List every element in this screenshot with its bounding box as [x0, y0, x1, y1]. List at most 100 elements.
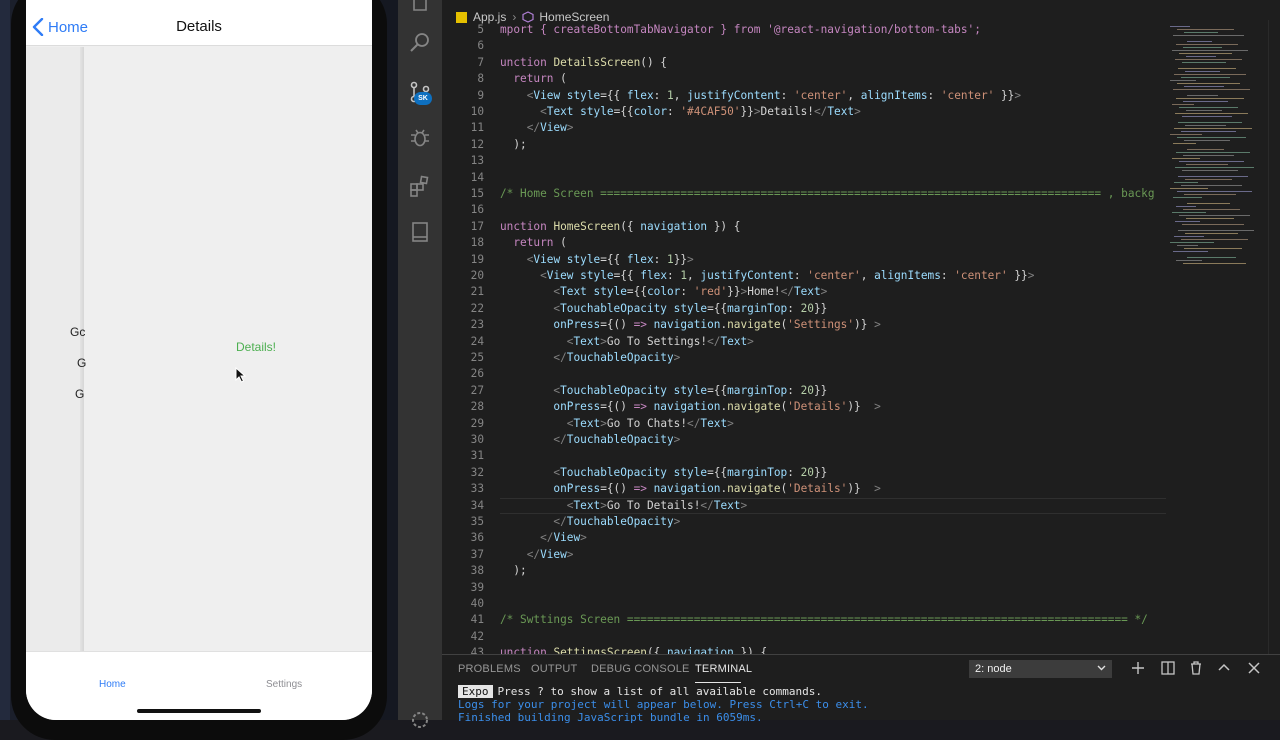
line-number: 29 — [470, 416, 484, 430]
code-line[interactable]: 33 onPress={() => navigation.navigate('D… — [442, 481, 1168, 497]
code-line[interactable]: 26 — [442, 366, 1168, 382]
minimap-line — [1183, 263, 1246, 264]
split-terminal-icon[interactable] — [1160, 660, 1176, 676]
code-line[interactable]: 17 unction HomeScreen({ navigation }) { — [442, 219, 1168, 235]
line-number: 17 — [470, 219, 484, 233]
debug-icon[interactable] — [408, 126, 432, 150]
code-line[interactable]: 16 — [442, 202, 1168, 218]
minimap-line — [1186, 56, 1216, 57]
line-number: 6 — [477, 39, 484, 53]
code-line[interactable]: 28 onPress={() => navigation.navigate('D… — [442, 399, 1168, 415]
code-line[interactable]: 25 </TouchableOpacity> — [442, 350, 1168, 366]
code-editor[interactable]: 5 mport { createBottomTabNavigator } from… — [442, 20, 1168, 654]
minimap-line — [1183, 209, 1240, 210]
code-line[interactable]: 36 </View> — [442, 530, 1168, 546]
editor-scrollbar[interactable] — [1268, 20, 1280, 654]
tab-output[interactable]: OUTPUT — [531, 663, 577, 675]
tab-debug-console[interactable]: DEBUG CONSOLE — [591, 663, 690, 675]
code-line[interactable]: 38 ); — [442, 563, 1168, 579]
code-text: <Text>Go To Settings!</Text> — [500, 334, 754, 348]
code-line[interactable]: 9 <View style={{ flex: 1, justifyContent… — [442, 88, 1168, 104]
code-text: mport { createBottomTabNavigator } from … — [500, 23, 981, 36]
chevron-up-icon[interactable] — [1216, 660, 1232, 676]
close-icon[interactable] — [1246, 660, 1262, 676]
settings-gear-icon[interactable] — [408, 708, 432, 732]
minimap-line — [1172, 212, 1206, 213]
files-icon[interactable] — [408, 0, 432, 16]
code-line[interactable]: 5 mport { createBottomTabNavigator } from… — [442, 22, 1168, 38]
extensions-icon[interactable] — [408, 174, 432, 198]
line-number: 42 — [470, 629, 484, 643]
code-line[interactable]: 31 — [442, 448, 1168, 464]
tab-terminal[interactable]: TERMINAL — [695, 663, 752, 675]
code-line[interactable]: 8 return ( — [442, 71, 1168, 87]
minimap-line — [1175, 59, 1242, 60]
minimap-line — [1185, 71, 1220, 72]
code-line[interactable]: 30 </TouchableOpacity> — [442, 432, 1168, 448]
code-line[interactable]: 11 </View> — [442, 120, 1168, 136]
minimap-line — [1176, 44, 1238, 45]
line-number: 40 — [470, 597, 484, 610]
line-number: 9 — [477, 88, 484, 102]
code-line[interactable]: 34 <Text>Go To Details!</Text> — [442, 498, 1168, 514]
tab-settings[interactable]: Settings — [266, 679, 302, 690]
code-line[interactable]: 6 — [442, 38, 1168, 54]
line-number: 32 — [470, 465, 484, 479]
book-icon[interactable] — [408, 220, 432, 244]
code-line[interactable]: 35 </TouchableOpacity> — [442, 514, 1168, 530]
tab-problems[interactable]: PROBLEMS — [458, 663, 521, 675]
minimap-line — [1181, 239, 1248, 240]
code-line[interactable]: 20 <View style={{ flex: 1, justifyConten… — [442, 268, 1168, 284]
code-line[interactable]: 18 return ( — [442, 235, 1168, 251]
code-line[interactable]: 15 /* Home Screen =======================… — [442, 186, 1168, 202]
line-number: 41 — [470, 613, 484, 627]
terminal-select[interactable]: 2: node — [969, 660, 1112, 678]
minimap[interactable] — [1168, 20, 1268, 270]
code-line[interactable]: 22 <TouchableOpacity style={{marginTop: … — [442, 301, 1168, 317]
code-line[interactable]: 29 <Text>Go To Chats!</Text> — [442, 416, 1168, 432]
terminal-line: Logs for your project will appear below.… — [458, 698, 869, 711]
line-number: 7 — [477, 55, 484, 69]
line-number: 24 — [470, 334, 484, 348]
code-line[interactable]: 10 <Text style={{color: '#4CAF50'}}>Deta… — [442, 104, 1168, 120]
terminal-output[interactable]: Expo Press ? to show a list of all availa… — [458, 685, 869, 724]
code-line[interactable]: 39 — [442, 580, 1168, 596]
tab-home[interactable]: Home — [99, 679, 126, 690]
desktop-edge — [0, 0, 10, 720]
code-line[interactable]: 37 </View> — [442, 547, 1168, 563]
minimap-line — [1179, 215, 1250, 216]
code-text: <Text style={{color: '#4CAF50'}}>Details… — [500, 105, 861, 118]
code-line[interactable]: 12 ); — [442, 137, 1168, 153]
minimap-line — [1175, 167, 1254, 168]
code-line[interactable]: 42 — [442, 629, 1168, 645]
minimap-line — [1178, 68, 1236, 69]
code-line[interactable]: 40 — [442, 596, 1168, 612]
code-line[interactable]: 21 <Text style={{color: 'red'}}>Home!</T… — [442, 284, 1168, 300]
code-line[interactable]: 43 unction SettingsScreen({ navigation })… — [442, 645, 1168, 654]
code-text: ); — [500, 564, 527, 578]
minimap-line — [1184, 32, 1218, 33]
code-line[interactable]: 41 /* Swttings Screen ===================… — [442, 612, 1168, 628]
minimap-line — [1172, 104, 1194, 105]
code-line[interactable]: 14 — [442, 170, 1168, 186]
minimap-line — [1186, 110, 1222, 111]
code-line[interactable]: 32 <TouchableOpacity style={{marginTop: … — [442, 465, 1168, 481]
code-line[interactable]: 13 — [442, 153, 1168, 169]
code-line[interactable]: 7 unction DetailsScreen() { — [442, 55, 1168, 71]
minimap-line — [1173, 89, 1250, 90]
code-line[interactable]: 24 <Text>Go To Settings!</Text> — [442, 334, 1168, 350]
code-line[interactable]: 19 <View style={{ flex: 1}}> — [442, 252, 1168, 268]
code-line[interactable]: 27 <TouchableOpacity style={{marginTop: … — [442, 383, 1168, 399]
minimap-line — [1173, 251, 1208, 252]
trash-icon[interactable] — [1188, 660, 1204, 676]
line-number: 34 — [470, 498, 484, 512]
new-terminal-icon[interactable] — [1130, 660, 1146, 676]
code-text: <View style={{ flex: 1, justifyContent: … — [500, 88, 1022, 102]
line-number: 35 — [470, 515, 484, 528]
home-indicator[interactable] — [137, 709, 261, 713]
code-line[interactable]: 23 onPress={() => navigation.navigate('S… — [442, 317, 1168, 333]
minimap-line — [1177, 137, 1246, 138]
search-icon[interactable] — [408, 31, 432, 55]
minimap-line — [1181, 185, 1242, 186]
line-number: 25 — [470, 351, 484, 364]
